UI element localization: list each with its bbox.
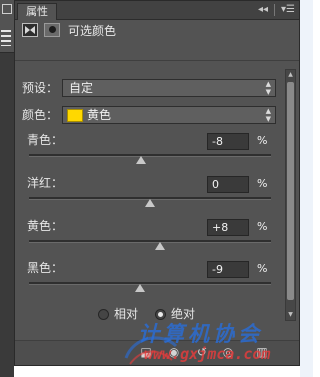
preset-value: 自定 bbox=[69, 81, 94, 95]
yellow-slider-track[interactable] bbox=[29, 240, 271, 243]
cyan-unit: % bbox=[257, 134, 268, 147]
cyan-slider-track[interactable] bbox=[29, 154, 271, 157]
magenta-slider-thumb[interactable] bbox=[145, 199, 155, 207]
colors-value: 黄色 bbox=[87, 108, 112, 122]
relative-label[interactable]: 相对 bbox=[114, 307, 138, 321]
scroll-up-icon[interactable]: ▲ bbox=[286, 70, 295, 80]
cyan-value-input[interactable]: -8 bbox=[207, 133, 249, 150]
absolute-radio[interactable] bbox=[155, 309, 166, 320]
black-label: 黑色： bbox=[27, 261, 64, 275]
preset-dropdown[interactable]: 自定 ▲ ▼ bbox=[62, 79, 276, 97]
magenta-value-input[interactable]: 0 bbox=[207, 176, 249, 193]
scrollbar-thumb[interactable] bbox=[287, 82, 294, 300]
collapsed-panel-dock[interactable] bbox=[0, 0, 15, 53]
magenta-label: 洋红： bbox=[27, 176, 64, 190]
trash-icon[interactable]: ▥ bbox=[255, 345, 269, 359]
layers-list-icon[interactable] bbox=[1, 30, 11, 46]
preset-label: 预设： bbox=[22, 81, 59, 95]
relative-radio[interactable] bbox=[98, 309, 109, 320]
colors-dropdown[interactable]: 黄色 ▲ ▼ bbox=[62, 106, 276, 124]
properties-panel: 属性 ◂◂ ▾☰ 可选颜色 预设： 自定 ▲ ▼ 颜色： 黄色 ▲ ▼ 青色： -8… bbox=[14, 0, 300, 366]
titlebar-divider bbox=[274, 4, 276, 16]
panel-menu-icon[interactable]: ▾☰ bbox=[281, 3, 295, 17]
black-slider-track[interactable] bbox=[29, 282, 271, 285]
colors-label: 颜色： bbox=[22, 108, 59, 122]
clip-to-layer-icon[interactable]: ⬓ bbox=[139, 345, 153, 359]
magenta-unit: % bbox=[257, 177, 268, 190]
adjustment-title: 可选颜色 bbox=[68, 24, 117, 38]
panel-scrollbar[interactable]: ▲ ▼ bbox=[285, 69, 296, 321]
desktop-background bbox=[300, 0, 313, 377]
black-value-input[interactable]: -9 bbox=[207, 261, 249, 278]
black-unit: % bbox=[257, 262, 268, 275]
absolute-label[interactable]: 绝对 bbox=[171, 307, 195, 321]
selective-color-icon[interactable] bbox=[22, 23, 38, 37]
black-slider-thumb[interactable] bbox=[135, 284, 145, 292]
cyan-slider-thumb[interactable] bbox=[136, 156, 146, 164]
yellow-slider-thumb[interactable] bbox=[155, 242, 165, 250]
dropdown-arrows-icon: ▲ ▼ bbox=[265, 80, 271, 96]
yellow-value-input[interactable]: +8 bbox=[207, 219, 249, 236]
double-chevron-left-icon[interactable]: ◂◂ bbox=[258, 3, 268, 17]
dropdown-arrows-icon: ▲ ▼ bbox=[265, 107, 271, 123]
yellow-unit: % bbox=[257, 220, 268, 233]
tab-properties[interactable]: 属性 bbox=[17, 3, 57, 20]
cyan-label: 青色： bbox=[27, 133, 64, 147]
layer-mask-icon[interactable] bbox=[44, 23, 60, 37]
visibility-eye-icon[interactable]: ◎ bbox=[221, 345, 235, 359]
panel-titlebar: 属性 ◂◂ ▾☰ bbox=[15, 1, 299, 20]
reset-icon[interactable]: ↺ bbox=[195, 345, 209, 359]
scroll-down-icon[interactable]: ▼ bbox=[286, 310, 295, 320]
view-previous-icon[interactable]: ◉ bbox=[167, 345, 181, 359]
adjacent-panel-strip bbox=[0, 0, 14, 377]
panel-footer: ⬓ ◉ ↺ ◎ ▥ bbox=[15, 340, 299, 365]
yellow-label: 黄色： bbox=[27, 219, 64, 233]
yellow-swatch-icon bbox=[67, 109, 83, 122]
panel-icon[interactable] bbox=[2, 4, 12, 14]
